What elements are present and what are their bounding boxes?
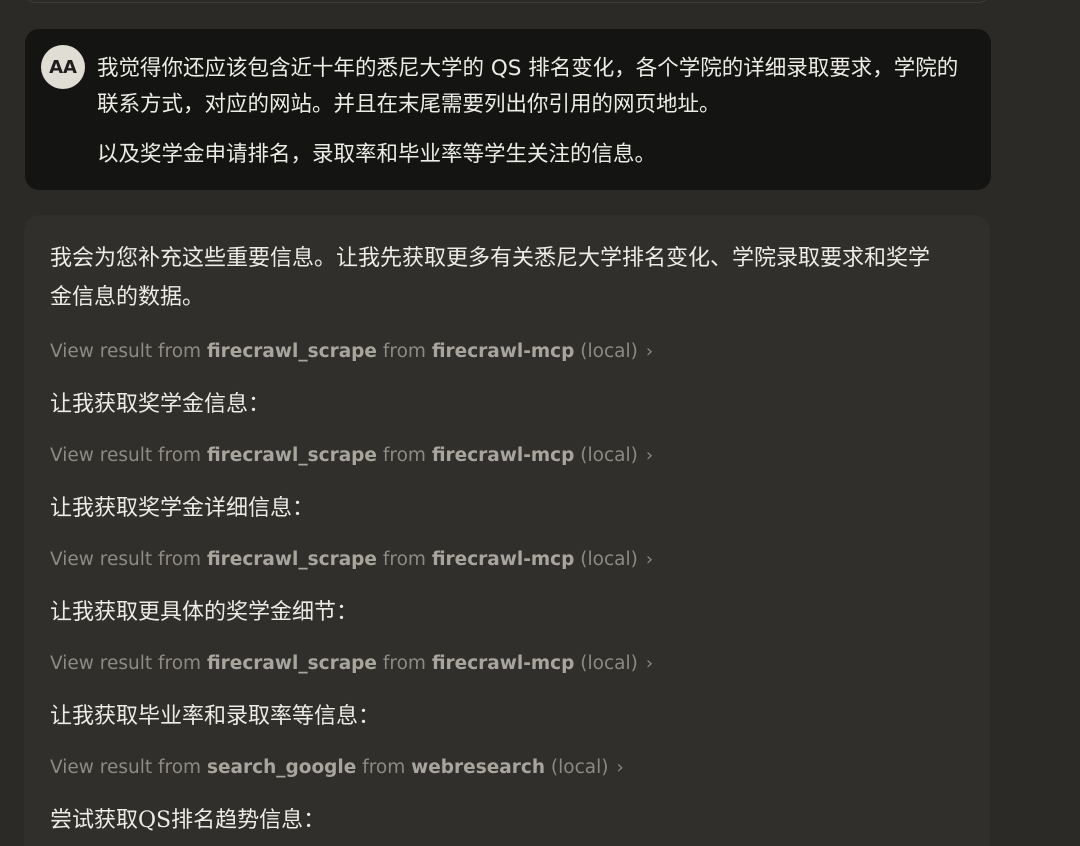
tool-result-link[interactable]: View result from firecrawl_scrape from f… (50, 339, 653, 365)
assistant-intro-text: 我会为您补充这些重要信息。让我先获取更多有关悉尼大学排名变化、学院录取要求和奖学… (50, 246, 931, 310)
user-avatar: AA (41, 45, 85, 89)
tool-result-from: from (362, 757, 406, 778)
tool-name: firecrawl_scrape (206, 549, 377, 570)
tool-name: firecrawl_scrape (206, 653, 377, 674)
tool-server-name: firecrawl-mcp (431, 341, 575, 362)
tool-result-link[interactable]: View result from firecrawl_scrape from f… (50, 651, 653, 677)
assistant-message: 我会为您补充这些重要信息。让我先获取更多有关悉尼大学排名变化、学院录取要求和奖学… (24, 215, 990, 846)
assistant-step-text: 让我获取毕业率和录取率等信息： (50, 704, 381, 729)
chevron-right-icon: › (645, 653, 654, 674)
tool-result-from: from (382, 445, 426, 466)
user-message-paragraph: 以及奖学金申请排名，录取率和毕业率等学生关注的信息。 (97, 142, 657, 167)
tool-server-name: webresearch (411, 757, 546, 778)
tool-result-link[interactable]: View result from firecrawl_scrape from f… (50, 547, 653, 573)
tool-result-prefix: View result from (50, 653, 202, 674)
tool-result-from: from (382, 653, 426, 674)
tool-result-suffix: (local) (580, 445, 638, 466)
tool-result-suffix: (local) (580, 341, 638, 362)
assistant-step-text: 让我获取奖学金详细信息： (50, 496, 315, 521)
tool-result-suffix: (local) (550, 757, 609, 778)
tool-result-link[interactable]: View result from firecrawl_scrape from f… (50, 443, 653, 469)
assistant-step-text: 让我获取更具体的奖学金细节： (50, 600, 359, 625)
previous-message-card (24, 0, 990, 3)
tool-result-prefix: View result from (50, 757, 202, 778)
chevron-right-icon: › (645, 445, 654, 466)
tool-result-from: from (382, 549, 426, 570)
tool-name: firecrawl_scrape (206, 341, 377, 362)
tool-server-name: firecrawl-mcp (431, 653, 575, 674)
chevron-right-icon: › (645, 549, 654, 570)
user-message-text: 我觉得你还应该包含近十年的悉尼大学的 QS 排名变化，各个学院的详细录取要求，学… (97, 51, 967, 173)
chevron-right-icon: › (645, 341, 654, 362)
user-message: AA 我觉得你还应该包含近十年的悉尼大学的 QS 排名变化，各个学院的详细录取要… (25, 29, 991, 190)
tool-result-prefix: View result from (50, 445, 202, 466)
tool-result-suffix: (local) (580, 653, 638, 674)
tool-name: search_google (206, 757, 357, 778)
tool-result-from: from (382, 341, 426, 362)
user-message-paragraph: 我觉得你还应该包含近十年的悉尼大学的 QS 排名变化，各个学院的详细录取要求，学… (97, 56, 959, 117)
assistant-step-text: 尝试获取QS排名趋势信息： (50, 808, 326, 833)
tool-name: firecrawl_scrape (206, 445, 377, 466)
tool-server-name: firecrawl-mcp (431, 549, 575, 570)
tool-server-name: firecrawl-mcp (431, 445, 575, 466)
tool-result-suffix: (local) (580, 549, 638, 570)
assistant-step-text: 让我获取奖学金信息： (50, 392, 271, 417)
tool-result-prefix: View result from (50, 341, 202, 362)
tool-result-prefix: View result from (50, 549, 202, 570)
tool-result-link[interactable]: View result from search_google from webr… (50, 755, 624, 781)
chevron-right-icon: › (616, 757, 624, 778)
